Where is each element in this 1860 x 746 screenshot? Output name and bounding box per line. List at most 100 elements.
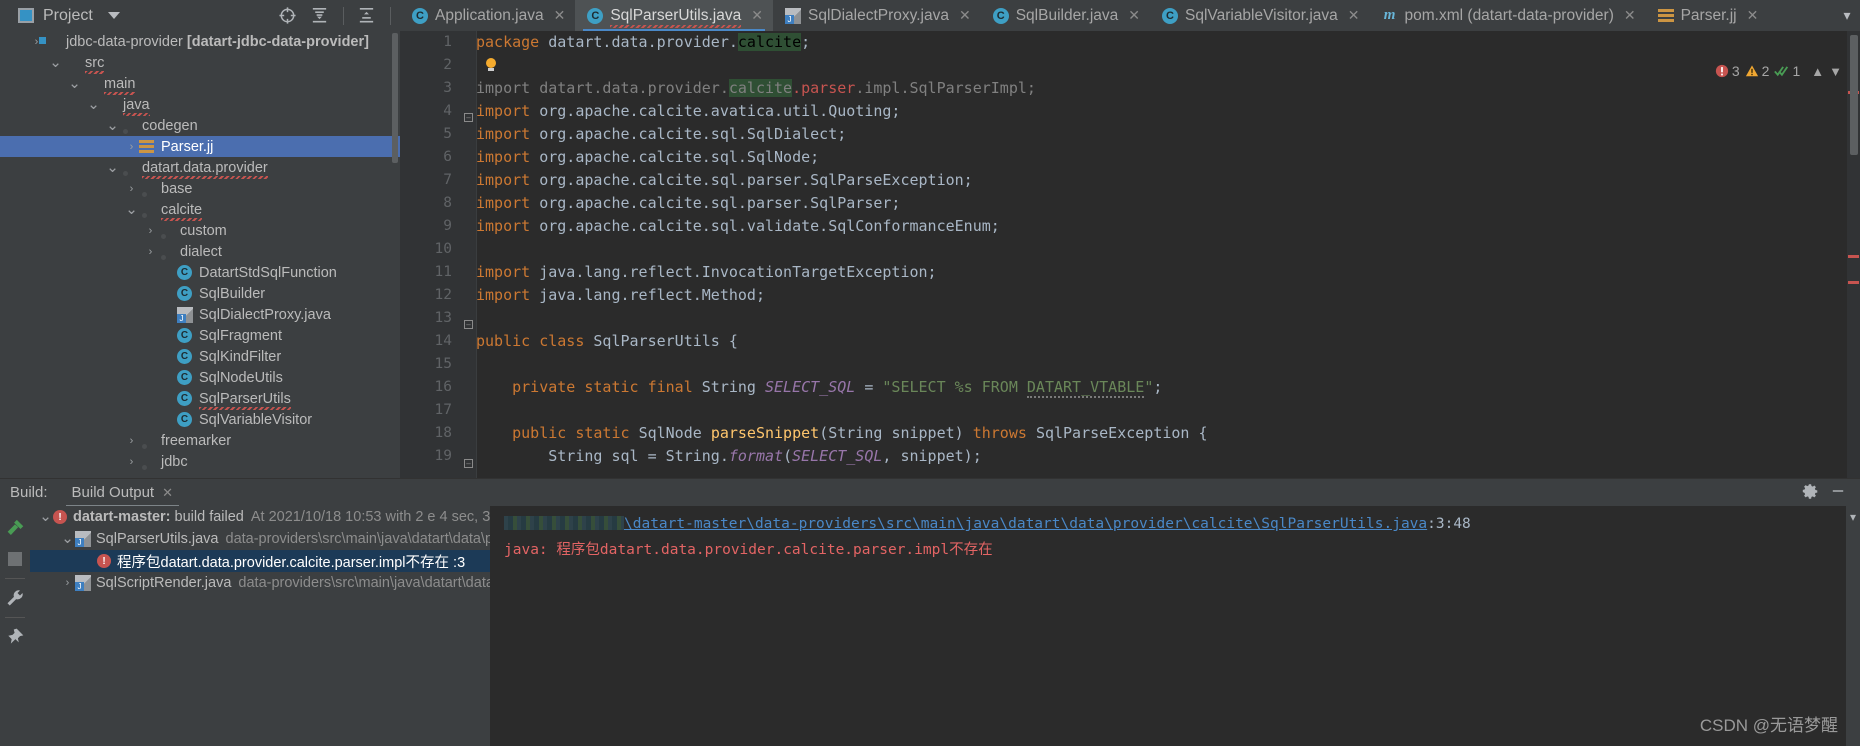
tree-scrollbar-thumb[interactable] bbox=[392, 33, 398, 163]
tree-item-sqldialectproxy-java[interactable]: SqlDialectProxy.java bbox=[0, 304, 400, 325]
build-tree-row[interactable]: ! 程序包datart.data.provider.calcite.parser.… bbox=[30, 550, 490, 572]
tree-item-calcite[interactable]: ⌄ calcite bbox=[0, 199, 400, 221]
gear-icon[interactable] bbox=[1802, 483, 1818, 503]
java-class-icon: C bbox=[1162, 7, 1178, 24]
tree-item-base[interactable]: › base bbox=[0, 178, 400, 199]
chevron-down-icon[interactable]: ⌄ bbox=[38, 509, 53, 524]
tree-item-sqlparserutils[interactable]: C SqlParserUtils bbox=[0, 388, 400, 410]
error-marker-3[interactable] bbox=[1848, 281, 1859, 284]
chevron-right-icon[interactable]: › bbox=[60, 577, 75, 589]
chevron-right-icon[interactable]: › bbox=[143, 246, 158, 258]
build-tree-row[interactable]: ⌄! datart-master: build failed At 2021/10/… bbox=[30, 506, 490, 528]
collapse-all-icon[interactable] bbox=[351, 0, 383, 31]
build-output-tree[interactable]: ⌄! datart-master: build failed At 2021/10/… bbox=[30, 506, 490, 746]
build-tree-row[interactable]: ⌄ SqlParserUtils.java data-providers\src\m… bbox=[30, 528, 490, 550]
inspection-status[interactable]: 3 2 1 ▲ ▼ bbox=[1715, 63, 1842, 79]
code-editor[interactable]: 1 2 3 4 5 6 7 8 9 10 11 12 13 14 15 16 17 18 19 – – – pack… bbox=[400, 31, 1860, 478]
chevron-down-icon[interactable]: ⌄ bbox=[105, 160, 120, 175]
console-link-row[interactable]: \datart-master\data-providers\src\main\j… bbox=[504, 516, 1846, 532]
build-console[interactable]: \datart-master\data-providers\src\main\j… bbox=[490, 506, 1846, 746]
tree-item-dialect[interactable]: › dialect bbox=[0, 241, 400, 262]
code-content[interactable]: package datart.data.provider.calcite; im… bbox=[476, 31, 1860, 478]
chevron-down-icon[interactable]: ▾ bbox=[1846, 506, 1860, 524]
line-number-19: 19 bbox=[434, 448, 452, 464]
error-count[interactable]: 3 bbox=[1715, 63, 1740, 79]
warning-count[interactable]: 2 bbox=[1745, 63, 1769, 79]
fold-marker-import2[interactable]: – bbox=[464, 320, 473, 329]
line-number-18: 18 bbox=[434, 425, 452, 441]
tree-item-main[interactable]: ⌄ main bbox=[0, 73, 400, 95]
fold-marker-import[interactable]: – bbox=[464, 113, 473, 122]
tree-item-parser-jj[interactable]: › Parser.jj bbox=[0, 136, 400, 157]
tree-item-sqlkindfilter[interactable]: C SqlKindFilter bbox=[0, 346, 400, 367]
build-hammer-icon[interactable] bbox=[1, 514, 29, 544]
chevron-right-icon[interactable]: › bbox=[124, 435, 139, 447]
editor-tab-sqlparserutils[interactable]: C SqlParserUtils.java ✕ bbox=[575, 0, 773, 31]
tree-item-java[interactable]: ⌄ java bbox=[0, 94, 400, 116]
line-number-11: 11 bbox=[434, 264, 452, 280]
fold-marker-method[interactable]: – bbox=[464, 459, 473, 468]
locate-icon[interactable] bbox=[272, 0, 304, 31]
tree-item-jdbc[interactable]: › jdbc bbox=[0, 451, 400, 472]
editor-tab-parser-jj[interactable]: Parser.jj ✕ bbox=[1646, 0, 1769, 31]
editor-tab-sqlvariablevisitor[interactable]: C SqlVariableVisitor.java ✕ bbox=[1150, 0, 1370, 31]
editor-scrollbar-thumb[interactable] bbox=[1850, 35, 1858, 155]
expand-all-icon[interactable] bbox=[304, 0, 336, 31]
stop-icon[interactable] bbox=[1, 544, 29, 574]
chevron-down-icon[interactable]: ⌄ bbox=[60, 531, 75, 546]
tree-item-datart-data-provider[interactable]: ⌄ datart.data.provider bbox=[0, 157, 400, 179]
chevron-down-icon[interactable]: ⌄ bbox=[67, 76, 82, 91]
fold-gutter[interactable]: – – – bbox=[462, 31, 476, 478]
chevron-right-icon[interactable]: › bbox=[124, 141, 139, 153]
chevron-down-icon[interactable]: ⌄ bbox=[105, 118, 120, 133]
tab-build-output[interactable]: Build Output ✕ bbox=[62, 479, 183, 507]
close-icon[interactable]: ✕ bbox=[751, 7, 763, 24]
chevron-down-icon[interactable] bbox=[107, 12, 120, 19]
close-icon[interactable]: ✕ bbox=[959, 7, 971, 24]
project-tree: › jdbc-data-provider [datart-jdbc-data-pr… bbox=[0, 31, 400, 472]
tree-item-sqlfragment[interactable]: C SqlFragment bbox=[0, 325, 400, 346]
editor-tab-sqlbuilder[interactable]: C SqlBuilder.java ✕ bbox=[981, 0, 1150, 31]
chevron-down-icon[interactable]: ▼ bbox=[1829, 64, 1842, 79]
lightbulb-icon[interactable] bbox=[485, 58, 497, 72]
tree-item-codegen[interactable]: ⌄ codegen bbox=[0, 115, 400, 136]
close-icon[interactable]: ✕ bbox=[1624, 7, 1636, 24]
close-icon[interactable]: ✕ bbox=[1348, 7, 1360, 24]
editor-tab-application[interactable]: C Application.java ✕ bbox=[400, 0, 575, 31]
chevron-down-icon[interactable]: ⌄ bbox=[48, 55, 63, 70]
close-icon[interactable]: ✕ bbox=[1747, 7, 1759, 24]
close-icon[interactable]: ✕ bbox=[554, 7, 566, 24]
chevron-right-icon[interactable]: › bbox=[124, 183, 139, 195]
chevron-down-icon[interactable]: ⌄ bbox=[124, 202, 139, 217]
chevron-up-icon[interactable]: ▲ bbox=[1811, 64, 1824, 79]
tree-item-sqlnodeutils[interactable]: C SqlNodeUtils bbox=[0, 367, 400, 388]
tree-item-sqlvariablevisitor[interactable]: C SqlVariableVisitor bbox=[0, 409, 400, 430]
editor-gutter[interactable]: 1 2 3 4 5 6 7 8 9 10 11 12 13 14 15 16 17 18 19 bbox=[400, 31, 462, 478]
chevron-right-icon[interactable]: › bbox=[124, 456, 139, 468]
tree-item-datartstdsqlfunction[interactable]: C DatartStdSqlFunction bbox=[0, 262, 400, 283]
tree-item-freemarker[interactable]: › freemarker bbox=[0, 430, 400, 451]
pin-icon[interactable] bbox=[1, 622, 29, 652]
tree-item-jdbc-data-provider-datart-jdbc-data-provider-[interactable]: › jdbc-data-provider [datart-jdbc-data-pr… bbox=[0, 31, 400, 52]
error-file-link[interactable]: \datart-master\data-providers\src\main\j… bbox=[624, 516, 1427, 532]
project-view-button[interactable]: Project bbox=[0, 0, 120, 31]
wrench-icon[interactable] bbox=[1, 583, 29, 613]
chevron-right-icon[interactable]: › bbox=[143, 225, 158, 237]
minimize-icon[interactable] bbox=[1830, 483, 1846, 503]
editor-tab-sqldialectproxy[interactable]: SqlDialectProxy.java ✕ bbox=[773, 0, 981, 31]
console-scroll-area[interactable]: ▾ bbox=[1846, 506, 1860, 746]
error-marker-2[interactable] bbox=[1848, 255, 1859, 258]
tree-item-sqlbuilder[interactable]: C SqlBuilder bbox=[0, 283, 400, 304]
editor-tab-pom-xml[interactable]: m pom.xml (datart-data-provider) ✕ bbox=[1370, 0, 1646, 31]
close-icon[interactable]: ✕ bbox=[162, 485, 173, 501]
editor-marker-bar[interactable] bbox=[1847, 31, 1860, 478]
build-tree-row[interactable]: › SqlScriptRender.java data-providers\src\… bbox=[30, 572, 490, 594]
ok-count[interactable]: 1 bbox=[1774, 63, 1800, 79]
tree-item-src[interactable]: ⌄ src bbox=[0, 52, 400, 74]
code-line-4: import org.apache.calcite.avatica.util.Q… bbox=[476, 102, 901, 120]
tree-item-custom[interactable]: › custom bbox=[0, 220, 400, 241]
close-icon[interactable]: ✕ bbox=[1128, 7, 1140, 24]
chevron-down-icon[interactable]: ⌄ bbox=[86, 97, 101, 112]
project-tree-panel[interactable]: › jdbc-data-provider [datart-jdbc-data-pr… bbox=[0, 31, 400, 478]
chevron-down-icon[interactable]: ▾ bbox=[1834, 0, 1860, 31]
